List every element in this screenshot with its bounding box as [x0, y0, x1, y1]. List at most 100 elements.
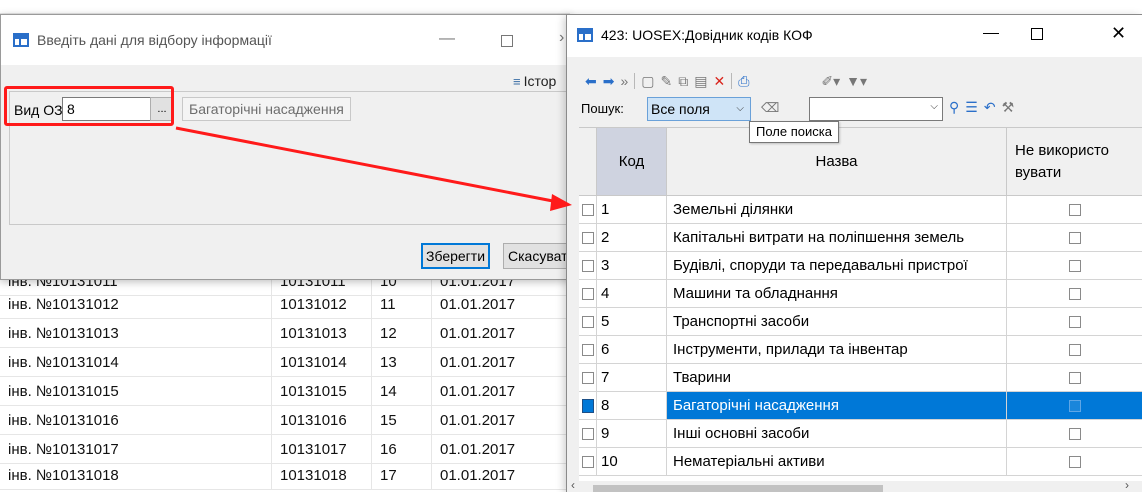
scroll-thumb[interactable]: [593, 485, 883, 492]
table-row[interactable]: інв. №10131014 10131014 13 01.01.2017: [0, 348, 570, 377]
unused-checkbox[interactable]: [1069, 372, 1081, 384]
row-checkbox[interactable]: [582, 372, 594, 384]
table-row[interactable]: 4 Машини та обладнання: [579, 280, 1142, 308]
separator: [731, 73, 733, 89]
table-row[interactable]: інв. №10131013 10131013 12 01.01.2017: [0, 319, 570, 348]
table-row[interactable]: інв. №10131016 10131016 15 01.01.2017: [0, 406, 570, 435]
row-name: Багаторічні насадження: [667, 392, 1007, 420]
maximize-button[interactable]: [501, 35, 513, 47]
arrow-right-icon[interactable]: ➡: [603, 73, 615, 89]
maximize-button[interactable]: [1031, 28, 1043, 40]
row-name: Нематеріальні активи: [667, 448, 1007, 476]
row-name: Тварини: [667, 364, 1007, 392]
undo-icon[interactable]: ↶: [984, 99, 996, 116]
row-name: Інструменти, прилади та інвентар: [667, 336, 1007, 364]
table-row[interactable]: інв. №10131018 10131018 17 01.01.2017: [0, 461, 570, 490]
table-row[interactable]: 1 Земельні ділянки: [579, 196, 1142, 224]
separator: [634, 73, 636, 89]
row-selector[interactable]: [579, 308, 597, 336]
inventory-name: інв. №10131017: [0, 435, 272, 464]
reference-window-title: 423: UOSEX:Довідник кодів КОФ: [601, 27, 813, 43]
row-checkbox[interactable]: [582, 260, 594, 272]
new-doc-icon[interactable]: ▢: [641, 73, 654, 89]
toolbar: ⬅ ➡ » ▢ ✎ ⧉ ▤ ✕ ⎙ ✐▾ ▼▾: [585, 71, 867, 91]
cancel-button[interactable]: Скасуват: [503, 243, 573, 269]
row-selector[interactable]: [579, 448, 597, 476]
list-icon[interactable]: ☰: [965, 99, 978, 116]
edit-icon[interactable]: ✎: [661, 73, 673, 89]
row-selector[interactable]: [579, 252, 597, 280]
row-selector[interactable]: [579, 364, 597, 392]
eraser-icon[interactable]: ⌫: [761, 100, 779, 116]
header-selector[interactable]: [579, 128, 597, 196]
reference-window-titlebar[interactable]: 423: UOSEX:Довідник кодів КОФ ✕: [567, 15, 1142, 57]
row-selector[interactable]: [579, 420, 597, 448]
save-button[interactable]: Зберегти: [421, 243, 491, 269]
table-row[interactable]: 10 Нематеріальні активи: [579, 448, 1142, 476]
table-row[interactable]: інв. №10131015 10131015 14 01.01.2017: [0, 377, 570, 406]
unused-checkbox[interactable]: [1069, 428, 1081, 440]
print-icon[interactable]: ⎙: [738, 73, 749, 89]
table-row-selected[interactable]: 8 Багаторічні насадження: [579, 392, 1142, 420]
header-code[interactable]: Код: [597, 128, 667, 196]
overflow-icon[interactable]: »: [620, 73, 628, 89]
search-tooltip: Поле поиска: [749, 121, 839, 143]
unused-checkbox[interactable]: [1069, 204, 1081, 216]
unused-checkbox[interactable]: [1069, 232, 1081, 244]
export-icon[interactable]: ▤: [694, 73, 707, 89]
minimize-button[interactable]: —: [439, 31, 455, 47]
row-unused: [1007, 280, 1142, 308]
table-row[interactable]: 5 Транспортні засоби: [579, 308, 1142, 336]
row-date: 01.01.2017: [432, 319, 570, 348]
unused-checkbox[interactable]: [1069, 456, 1081, 468]
row-checkbox[interactable]: [582, 428, 594, 440]
unused-checkbox[interactable]: [1069, 344, 1081, 356]
scroll-left-icon[interactable]: ‹: [571, 478, 575, 492]
row-selector[interactable]: [579, 336, 597, 364]
tools-icon[interactable]: ⚒: [1002, 99, 1015, 116]
row-checkbox[interactable]: [582, 204, 594, 216]
unused-checkbox[interactable]: [1069, 316, 1081, 328]
minimize-button[interactable]: [983, 33, 999, 34]
close-button[interactable]: ›: [559, 29, 564, 47]
row-checkbox[interactable]: [582, 399, 594, 413]
unused-checkbox[interactable]: [1069, 400, 1081, 412]
row-number: 11: [372, 290, 432, 319]
header-unused[interactable]: Не використо вувати: [1007, 128, 1142, 196]
close-button[interactable]: ✕: [1111, 23, 1126, 44]
row-checkbox[interactable]: [582, 344, 594, 356]
filter-icon[interactable]: ▼▾: [846, 73, 867, 89]
row-checkbox[interactable]: [582, 232, 594, 244]
table-row[interactable]: 6 Інструменти, прилади та інвентар: [579, 336, 1142, 364]
unused-checkbox[interactable]: [1069, 260, 1081, 272]
search-input[interactable]: ⌵: [809, 97, 943, 121]
filter-dialog-titlebar[interactable]: Введіть дані для відбору інформації: [1, 15, 571, 65]
copy-icon[interactable]: ⧉: [678, 73, 688, 89]
row-checkbox[interactable]: [582, 288, 594, 300]
row-selector[interactable]: [579, 280, 597, 308]
row-unused: [1007, 448, 1142, 476]
horizontal-scrollbar[interactable]: ‹ ›: [567, 478, 1142, 492]
history-button[interactable]: ≡ Істор: [513, 73, 556, 89]
arrow-left-icon[interactable]: ⬅: [585, 73, 597, 89]
row-checkbox[interactable]: [582, 316, 594, 328]
table-row[interactable]: інв. №10131017 10131017 16 01.01.2017: [0, 435, 570, 464]
row-code: 9: [597, 420, 667, 448]
row-selector[interactable]: [579, 196, 597, 224]
scroll-right-icon[interactable]: ›: [1125, 478, 1129, 492]
chevron-down-icon: ⌵: [736, 103, 744, 114]
table-row[interactable]: 9 Інші основні засоби: [579, 420, 1142, 448]
search-field-select[interactable]: Все поля ⌵: [647, 97, 751, 121]
row-checkbox[interactable]: [582, 456, 594, 468]
unused-checkbox[interactable]: [1069, 288, 1081, 300]
table-row[interactable]: 2 Капітальні витрати на поліпшення земел…: [579, 224, 1142, 252]
table-row[interactable]: 3 Будівлі, споруди та передавальні прист…: [579, 252, 1142, 280]
settings-icon[interactable]: ✐▾: [821, 73, 840, 89]
binoculars-icon[interactable]: ⚲: [949, 99, 959, 116]
row-selector[interactable]: [579, 392, 597, 420]
row-code: 8: [597, 392, 667, 420]
table-row[interactable]: інв. №10131012 10131012 11 01.01.2017: [0, 290, 570, 319]
delete-icon[interactable]: ✕: [713, 73, 725, 89]
row-selector[interactable]: [579, 224, 597, 252]
table-row[interactable]: 7 Тварини: [579, 364, 1142, 392]
